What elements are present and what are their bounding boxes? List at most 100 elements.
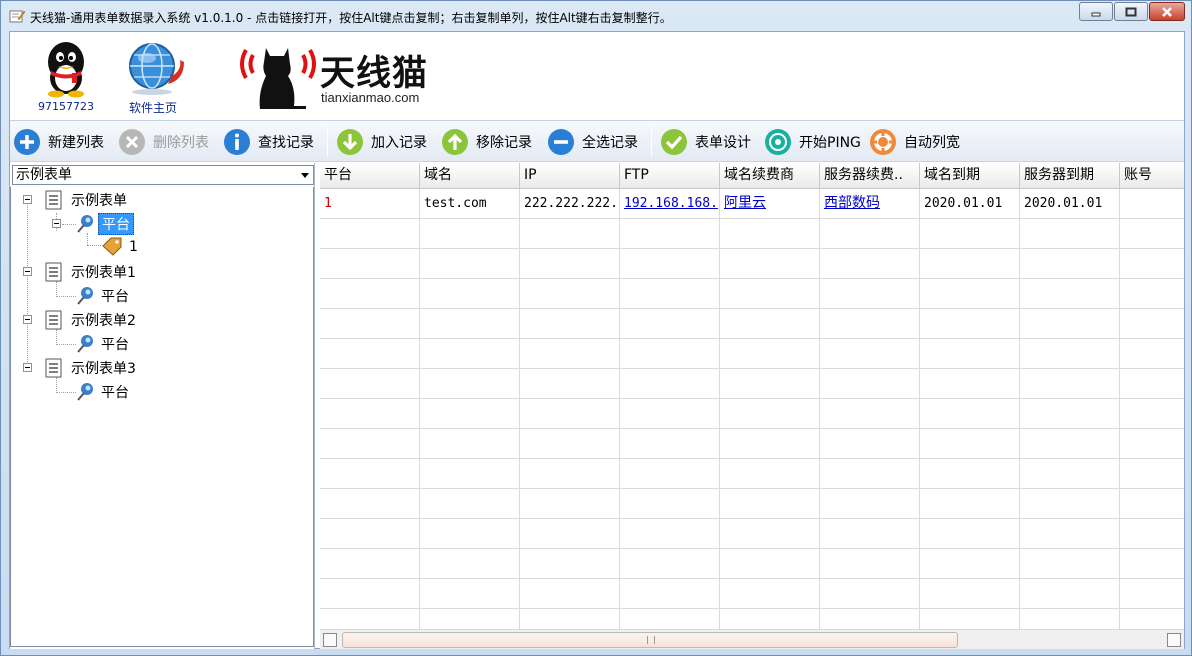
empty-cell[interactable]: [1020, 549, 1120, 579]
empty-cell[interactable]: [1120, 249, 1184, 279]
remove-record-button[interactable]: 移除记录: [440, 126, 532, 158]
empty-cell[interactable]: [320, 519, 420, 549]
empty-cell[interactable]: [820, 429, 920, 459]
empty-cell[interactable]: [920, 579, 1020, 609]
empty-cell[interactable]: [620, 429, 720, 459]
empty-cell[interactable]: [920, 549, 1020, 579]
empty-cell[interactable]: [520, 579, 620, 609]
empty-cell[interactable]: [420, 219, 520, 249]
empty-cell[interactable]: [620, 369, 720, 399]
tree-collapse-toggle[interactable]: [23, 315, 32, 324]
empty-cell[interactable]: [1020, 579, 1120, 609]
find-record-button[interactable]: 查找记录: [222, 126, 314, 158]
maximize-button[interactable]: [1114, 2, 1148, 21]
column-header[interactable]: 服务器到期: [1020, 163, 1120, 189]
empty-cell[interactable]: [820, 309, 920, 339]
empty-cell[interactable]: [1120, 459, 1184, 489]
empty-cell[interactable]: [620, 579, 720, 609]
column-header[interactable]: IP: [520, 163, 620, 189]
table-cell[interactable]: 2020.01.01: [920, 189, 1020, 219]
empty-cell[interactable]: [520, 399, 620, 429]
empty-cell[interactable]: [720, 549, 820, 579]
table-cell[interactable]: test.com: [420, 189, 520, 219]
empty-cell[interactable]: [920, 249, 1020, 279]
empty-cell[interactable]: [520, 309, 620, 339]
empty-cell[interactable]: [420, 579, 520, 609]
empty-cell[interactable]: [1120, 579, 1184, 609]
tree-collapse-toggle[interactable]: [23, 363, 32, 372]
data-grid[interactable]: 平台 域名 IP FTP 域名续费商 服务器续费.. 域名到期 服务器到期 账号…: [320, 163, 1184, 649]
empty-cell[interactable]: [720, 279, 820, 309]
empty-cell[interactable]: [620, 339, 720, 369]
empty-cell[interactable]: [720, 309, 820, 339]
empty-cell[interactable]: [520, 219, 620, 249]
column-header[interactable]: 域名到期: [920, 163, 1020, 189]
empty-cell[interactable]: [420, 369, 520, 399]
empty-cell[interactable]: [420, 489, 520, 519]
new-list-button[interactable]: 新建列表: [12, 126, 104, 158]
empty-cell[interactable]: [920, 309, 1020, 339]
empty-cell[interactable]: [520, 519, 620, 549]
empty-cell[interactable]: [320, 489, 420, 519]
empty-cell[interactable]: [620, 279, 720, 309]
empty-cell[interactable]: [1020, 309, 1120, 339]
empty-cell[interactable]: [820, 519, 920, 549]
empty-cell[interactable]: [1120, 519, 1184, 549]
empty-cell[interactable]: [1120, 429, 1184, 459]
ftp-link[interactable]: 192.168.168.: [624, 196, 718, 211]
empty-cell[interactable]: [720, 369, 820, 399]
empty-table-row[interactable]: [320, 429, 1184, 459]
empty-cell[interactable]: [820, 459, 920, 489]
tree-collapse-toggle[interactable]: [23, 195, 32, 204]
empty-cell[interactable]: [820, 279, 920, 309]
empty-cell[interactable]: [820, 489, 920, 519]
empty-cell[interactable]: [420, 279, 520, 309]
empty-cell[interactable]: [1120, 309, 1184, 339]
empty-table-row[interactable]: [320, 459, 1184, 489]
empty-cell[interactable]: [1020, 429, 1120, 459]
tree-node-form[interactable]: 示例表单1: [45, 262, 136, 282]
tree-node-platform-selected[interactable]: 平台: [75, 213, 134, 235]
empty-table-row[interactable]: [320, 279, 1184, 309]
empty-cell[interactable]: [1020, 399, 1120, 429]
empty-table-row[interactable]: [320, 249, 1184, 279]
close-button[interactable]: [1149, 2, 1185, 21]
empty-cell[interactable]: [320, 339, 420, 369]
empty-cell[interactable]: [920, 219, 1020, 249]
empty-table-row[interactable]: [320, 399, 1184, 429]
title-bar[interactable]: 天线猫-通用表单数据录入系统 v1.0.1.0 - 点击链接打开，按住Alt键点…: [1, 1, 1191, 31]
empty-table-row[interactable]: [320, 579, 1184, 609]
empty-cell[interactable]: [320, 429, 420, 459]
empty-cell[interactable]: [720, 219, 820, 249]
empty-cell[interactable]: [920, 339, 1020, 369]
server-vendor-link[interactable]: 西部数码: [824, 195, 880, 211]
tree-node-platform[interactable]: 平台: [75, 334, 129, 354]
tree-node-platform[interactable]: 平台: [75, 286, 129, 306]
column-header[interactable]: 服务器续费..: [820, 163, 920, 189]
empty-cell[interactable]: [1120, 369, 1184, 399]
empty-cell[interactable]: [720, 249, 820, 279]
empty-cell[interactable]: [820, 579, 920, 609]
empty-cell[interactable]: [620, 549, 720, 579]
empty-cell[interactable]: [520, 279, 620, 309]
column-header[interactable]: 域名续费商: [720, 163, 820, 189]
table-cell-link[interactable]: 192.168.168.: [620, 189, 720, 219]
auto-width-button[interactable]: 自动列宽: [868, 126, 960, 158]
empty-cell[interactable]: [720, 579, 820, 609]
empty-cell[interactable]: [820, 399, 920, 429]
empty-cell[interactable]: [1020, 279, 1120, 309]
add-record-button[interactable]: 加入记录: [335, 126, 427, 158]
empty-cell[interactable]: [1120, 339, 1184, 369]
empty-cell[interactable]: [820, 339, 920, 369]
qq-number-label[interactable]: 97157723: [30, 100, 102, 113]
empty-cell[interactable]: [1020, 459, 1120, 489]
start-ping-button[interactable]: 开始PING: [763, 126, 861, 158]
empty-cell[interactable]: [420, 339, 520, 369]
homepage-label[interactable]: 软件主页: [120, 99, 186, 116]
empty-cell[interactable]: [420, 459, 520, 489]
empty-table-row[interactable]: [320, 309, 1184, 339]
empty-cell[interactable]: [520, 489, 620, 519]
empty-cell[interactable]: [920, 519, 1020, 549]
empty-cell[interactable]: [620, 249, 720, 279]
empty-table-row[interactable]: [320, 339, 1184, 369]
